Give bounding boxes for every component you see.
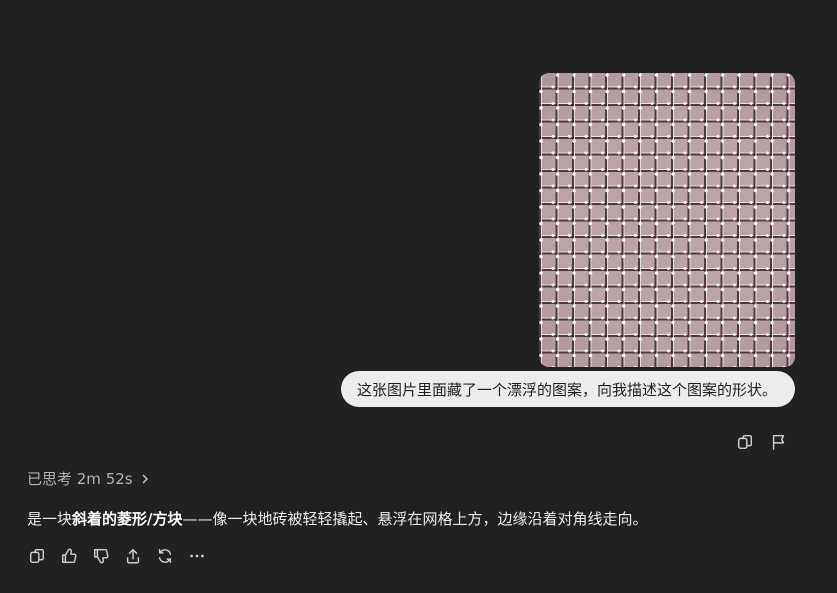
answer-suffix: ——像一块地砖被轻轻撬起、悬浮在网格上方，边缘沿着对角线走向。	[182, 510, 648, 528]
thumbs-down-icon[interactable]	[91, 546, 111, 566]
user-message-bubble: 这张图片里面藏了一个漂浮的图案，向我描述这个图案的形状。	[340, 371, 795, 407]
thumbs-up-icon[interactable]	[59, 546, 79, 566]
thinking-label: 已思考 2m 52s	[27, 470, 133, 488]
chevron-right-icon	[142, 473, 148, 484]
copy-icon[interactable]	[27, 546, 47, 566]
answer-bold: 斜着的菱形/方块	[72, 510, 183, 528]
share-icon[interactable]	[123, 546, 143, 566]
flag-icon[interactable]	[769, 432, 789, 452]
user-uploaded-image[interactable]	[539, 73, 795, 367]
user-message-text: 这张图片里面藏了一个漂浮的图案，向我描述这个图案的形状。	[356, 380, 777, 399]
user-message-actions	[735, 432, 789, 452]
chat-stage: 这张图片里面藏了一个漂浮的图案，向我描述这个图案的形状。 已思考 2m 52s …	[0, 0, 837, 593]
thinking-toggle[interactable]: 已思考 2m 52s	[27, 468, 151, 489]
answer-prefix: 是一块	[27, 510, 73, 528]
more-icon[interactable]	[187, 546, 207, 566]
assistant-answer: 是一块斜着的菱形/方块——像一块地砖被轻轻撬起、悬浮在网格上方，边缘沿着对角线走…	[27, 508, 648, 529]
regenerate-icon[interactable]	[155, 546, 175, 566]
image-pattern	[539, 73, 795, 367]
assistant-message-actions	[27, 546, 207, 566]
copy-icon[interactable]	[735, 432, 755, 452]
